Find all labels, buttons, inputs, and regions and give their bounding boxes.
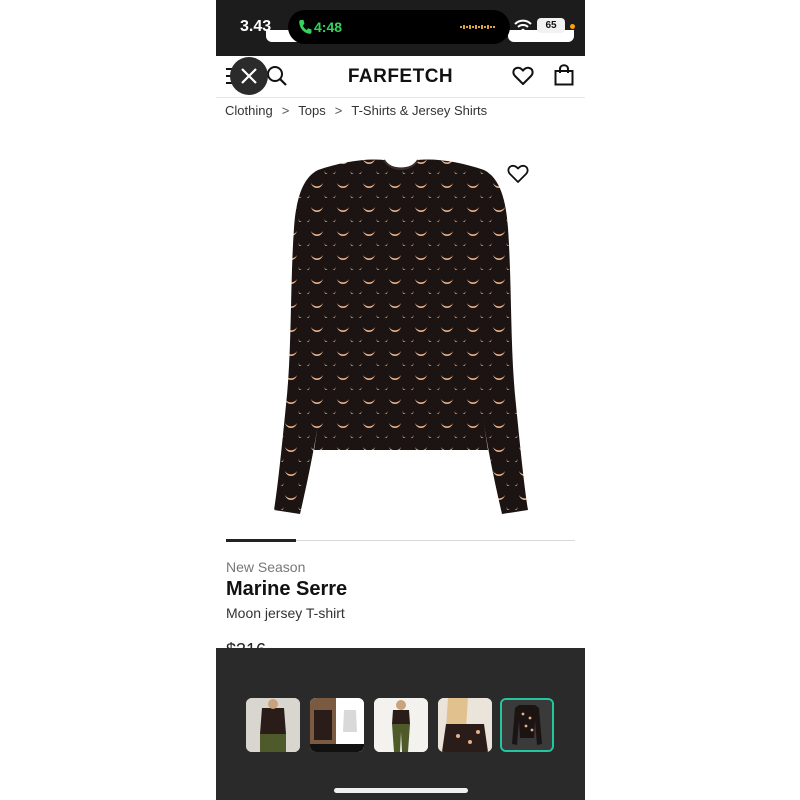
carousel-progress (226, 539, 296, 542)
thumbnail-3[interactable] (374, 698, 428, 752)
home-indicator[interactable] (334, 788, 468, 793)
thumbnail-image (310, 698, 364, 752)
image-carousel-indicator (226, 539, 575, 542)
breadcrumb-item-tshirts[interactable]: T-Shirts & Jersey Shirts (351, 103, 487, 118)
breadcrumb-separator: > (334, 103, 343, 118)
breadcrumb-item-clothing[interactable]: Clothing (225, 103, 273, 118)
season-label: New Season (226, 559, 306, 575)
status-time: 3.43 (240, 18, 272, 35)
product-name: Moon jersey T-shirt (226, 605, 345, 621)
shopping-bag-icon[interactable] (554, 64, 574, 86)
call-duration: 4:48 (314, 19, 343, 35)
product-brand[interactable]: Marine Serre (226, 578, 347, 601)
wifi-icon (514, 19, 532, 33)
close-button[interactable] (230, 57, 268, 95)
phone-call-icon (299, 20, 312, 34)
thumbnail-image (374, 698, 428, 752)
thumbnail-1[interactable] (246, 698, 300, 752)
dynamic-island[interactable]: 4:48 (288, 10, 510, 44)
audio-waveform-icon (460, 25, 495, 29)
thumbnail-image (438, 698, 492, 752)
status-bar: 3.43 4:48 65 (216, 0, 585, 56)
close-icon (241, 68, 257, 84)
heart-icon[interactable] (507, 164, 529, 184)
thumbnail-image (502, 700, 552, 750)
breadcrumb-item-tops[interactable]: Tops (298, 103, 325, 118)
product-image[interactable] (256, 150, 546, 525)
privacy-indicator-dot (570, 24, 575, 29)
breadcrumb: Clothing > Tops > T-Shirts & Jersey Shirts (225, 103, 487, 118)
app-header: FARFETCH (216, 56, 585, 98)
breadcrumb-separator: > (281, 103, 290, 118)
thumbnail-2[interactable] (310, 698, 364, 752)
battery-indicator: 65 (537, 18, 565, 33)
thumbnail-5-selected[interactable] (500, 698, 554, 752)
thumbnail-image (246, 698, 300, 752)
thumbnail-4[interactable] (438, 698, 492, 752)
image-thumbnail-strip (216, 648, 585, 800)
phone-screen: 3.43 4:48 65 FARFETCH Clothing > Tops > … (216, 0, 585, 800)
heart-icon[interactable] (512, 66, 534, 86)
